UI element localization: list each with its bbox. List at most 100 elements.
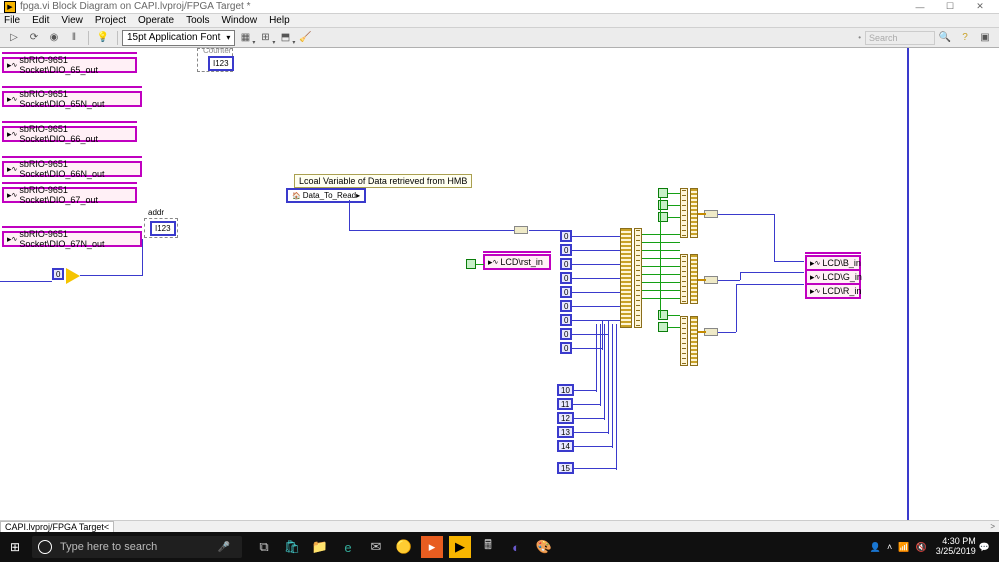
wire [0, 281, 52, 282]
counter-label: Counter [203, 48, 231, 55]
deco-line [2, 182, 137, 184]
window-title: fpga.vi Block Diagram on CAPI.lvproj/FPG… [20, 1, 905, 12]
num-const[interactable]: 0 [560, 244, 572, 256]
paint-icon[interactable]: 🎨 [530, 532, 558, 562]
deco-line [805, 252, 861, 254]
deco-line [2, 226, 142, 228]
align-button[interactable]: ▦▾ [236, 30, 254, 46]
menu-edit[interactable]: Edit [32, 15, 49, 26]
eclipse-icon[interactable]: ◐ [502, 532, 530, 562]
run-button[interactable]: ▷ [6, 30, 22, 46]
wire [529, 230, 563, 231]
highlight-button[interactable]: 💡 [95, 30, 111, 46]
system-tray[interactable]: 👤 ˄ 📶 🔇 4:30 PM 3/25/2019 💬 [867, 537, 999, 557]
help-icon[interactable]: ? [957, 30, 973, 46]
menu-file[interactable]: File [4, 15, 20, 26]
font-selector[interactable]: 15pt Application Font [122, 30, 235, 46]
taskbar-search[interactable]: Type here to search 🎤 [32, 536, 242, 558]
distribute-button[interactable]: ⊞▾ [256, 30, 274, 46]
coerce-dot [704, 210, 718, 218]
io-node-dio67n[interactable]: ▸∿sbRIO-9651 Socket\DIO_67N_out [2, 231, 142, 247]
menu-window[interactable]: Window [221, 15, 257, 26]
labview-icon[interactable]: ▶ [449, 536, 471, 558]
vi-icon[interactable]: ▣ [977, 30, 993, 46]
cluster-group-3[interactable] [680, 316, 688, 366]
boolean-const[interactable] [466, 259, 476, 269]
io-node-dio66n[interactable]: ▸∿sbRIO-9651 Socket\DIO_66N_out [2, 161, 142, 177]
io-node-dio65n[interactable]: ▸∿sbRIO-9651 Socket\DIO_65N_out [2, 91, 142, 107]
minimize-button[interactable]: — [905, 0, 935, 14]
num-const[interactable]: 11 [557, 398, 573, 410]
app-icon: ▶ [4, 1, 16, 13]
notifications-icon[interactable]: 💬 [979, 542, 990, 553]
menubar: File Edit View Project Operate Tools Win… [0, 14, 999, 28]
taskview-icon[interactable]: ⧉ [250, 532, 278, 562]
pause-button[interactable]: ‖ [66, 30, 82, 46]
coerce-dot [704, 328, 718, 336]
num-const[interactable]: 0 [560, 258, 572, 270]
people-icon[interactable]: 👤 [870, 542, 881, 553]
num-const[interactable]: 0 [560, 314, 572, 326]
menu-view[interactable]: View [61, 15, 83, 26]
abort-button[interactable]: ◉ [46, 30, 62, 46]
menu-help[interactable]: Help [269, 15, 290, 26]
maximize-button[interactable]: ☐ [935, 0, 965, 14]
clock[interactable]: 4:30 PM 3/25/2019 [936, 537, 976, 557]
menu-operate[interactable]: Operate [138, 15, 174, 26]
comment-node[interactable]: Lcoal Variable of Data retrieved from HM… [294, 174, 472, 188]
boolean-const[interactable] [658, 188, 668, 198]
num-const[interactable]: 0 [560, 286, 572, 298]
start-button[interactable]: ⊞ [0, 532, 30, 562]
cluster-group-2[interactable] [680, 254, 688, 304]
num-const[interactable]: 0 [560, 300, 572, 312]
num-const[interactable]: 0 [560, 272, 572, 284]
deco-line [2, 86, 142, 88]
io-node-dio66[interactable]: ▸∿sbRIO-9651 Socket\DIO_66_out [2, 126, 137, 142]
io-node-lcd-rst[interactable]: ▸∿LCD\rst_in [483, 254, 551, 270]
num-const[interactable]: 0 [560, 342, 572, 354]
select-gate-icon[interactable] [66, 268, 80, 284]
search-input[interactable]: Search [865, 31, 935, 45]
cluster-group-1[interactable] [680, 188, 688, 238]
calc-icon[interactable]: 🖩 [474, 532, 502, 562]
io-node-lcd-r[interactable]: ▸∿LCD\R_in [805, 283, 861, 299]
store-icon[interactable]: 🛍 [278, 532, 306, 562]
menu-tools[interactable]: Tools [186, 15, 209, 26]
num-const[interactable]: 0 [560, 328, 572, 340]
io-node-dio65[interactable]: ▸∿sbRIO-9651 Socket\DIO_65_out [2, 57, 137, 73]
chrome-icon[interactable]: 🟡 [390, 532, 418, 562]
wire [349, 230, 514, 231]
volume-icon[interactable]: 🔇 [916, 542, 927, 553]
boolean-const[interactable] [658, 322, 668, 332]
search-icon[interactable]: 🔍 [937, 30, 953, 46]
close-button[interactable]: ✕ [965, 0, 995, 14]
structure-border [907, 48, 911, 528]
deco-line [2, 156, 142, 158]
addr-indicator[interactable]: I123 [150, 221, 176, 236]
explorer-icon[interactable]: 📁 [306, 532, 334, 562]
zero-const[interactable]: 0 [52, 268, 64, 280]
num-const[interactable]: 0 [560, 230, 572, 242]
tray-up-icon[interactable]: ˄ [887, 542, 892, 552]
menu-project[interactable]: Project [95, 15, 126, 26]
coerce-dot [704, 276, 718, 284]
resize-button[interactable]: ⬒▾ [276, 30, 294, 46]
project-tab[interactable]: CAPI.lvproj/FPGA Target < [0, 521, 114, 533]
edge-icon[interactable]: e [334, 532, 362, 562]
app-icon-orange[interactable]: ▸ [421, 536, 443, 558]
mail-icon[interactable]: ✉ [362, 532, 390, 562]
numeric-indicator[interactable]: I123 [208, 56, 234, 71]
cortana-icon [38, 540, 52, 554]
io-node-dio67[interactable]: ▸∿sbRIO-9651 Socket\DIO_67_out [2, 187, 137, 203]
wire [142, 239, 143, 276]
bundle-node[interactable] [620, 228, 632, 328]
cluster-terminals [634, 228, 642, 328]
run-cont-button[interactable]: ⟳ [26, 30, 42, 46]
bundle-group-2 [690, 254, 698, 304]
local-variable[interactable]: Data_To_Read▸ [286, 188, 366, 203]
mic-icon[interactable]: 🎤 [218, 542, 230, 553]
network-icon[interactable]: 📶 [898, 542, 909, 553]
block-diagram-canvas[interactable]: ▸∿sbRIO-9651 Socket\DIO_65_out ▸∿sbRIO-9… [0, 48, 999, 528]
reorder-button[interactable]: 🧹 [296, 30, 314, 46]
addr-label: addr [148, 208, 164, 217]
